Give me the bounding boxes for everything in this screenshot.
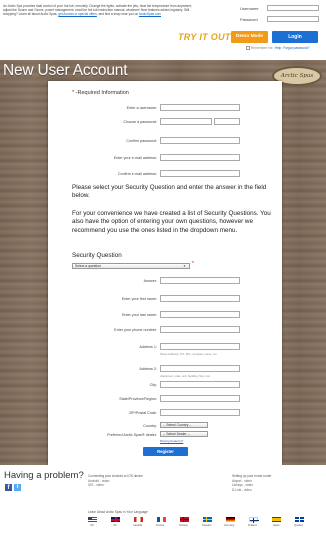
login-button[interactable]: Login	[272, 31, 318, 43]
uk-flag-icon[interactable]	[111, 517, 120, 522]
lang-quebec[interactable]: Quebec	[294, 524, 303, 527]
lang-finland[interactable]: Finland	[248, 524, 257, 527]
lang-sweden[interactable]: Sweden	[202, 524, 211, 527]
city-field[interactable]	[160, 381, 240, 388]
norway-flag-icon[interactable]	[180, 517, 189, 522]
last-name-label: Enter your last name:	[121, 313, 157, 317]
security-note-text: For your convenience we have created a l…	[72, 210, 271, 234]
security-question-heading: Security Question	[72, 252, 122, 259]
intro-text: An Arctic Spa provides total control of …	[3, 4, 193, 17]
answer-field[interactable]	[160, 277, 240, 284]
arcticspas-link[interactable]: ArcticSpas.com	[139, 12, 161, 16]
demo-mode-button[interactable]: Demo Mode	[231, 31, 268, 43]
lang-canada[interactable]: Canada	[133, 524, 142, 527]
language-title: Learn About Arctic Spas In Your Language	[88, 510, 148, 514]
dealer-label: Preferred Arctic Spas® dealer:	[107, 433, 157, 437]
required-info-note: * -Required Information	[72, 90, 129, 96]
chevron-down-icon: ▼	[183, 264, 186, 268]
router-help-column: Setting up your home router Airport - vi…	[232, 474, 322, 492]
email-field-label: Enter your e-mail address:	[113, 156, 157, 160]
problem-heading: Having a problem?	[4, 470, 84, 481]
remember-me-label: Remember me	[250, 46, 273, 50]
username-field[interactable]	[160, 104, 240, 111]
dlink-video-link[interactable]: D-Link - video	[232, 488, 322, 492]
first-name-label: Enter your first name:	[121, 297, 157, 301]
required-star-icon: *	[192, 261, 194, 267]
lang-uk[interactable]: UK	[113, 524, 117, 527]
confirm-email-field[interactable]	[160, 170, 240, 177]
security-question-select[interactable]: Select a question	[72, 263, 190, 269]
username-field-label: Enter a username:	[126, 106, 157, 110]
ios-video-link[interactable]: iOS - video	[88, 483, 198, 487]
password-field[interactable]	[160, 118, 212, 125]
lang-spain[interactable]: Spain	[273, 524, 280, 527]
france-flag-icon[interactable]	[157, 517, 166, 522]
security-intro-text: Please select your Security Question and…	[72, 184, 267, 200]
germany-flag-icon[interactable]	[226, 517, 235, 522]
address2-hint: Apartment, suite, unit, building, floor,…	[160, 374, 211, 378]
email-field[interactable]	[160, 154, 240, 161]
facebook-icon[interactable]: f	[5, 484, 12, 491]
address2-label: Address 2:	[139, 367, 157, 371]
help-link[interactable]: Help	[275, 46, 282, 50]
spain-flag-icon[interactable]	[272, 517, 281, 522]
confirm-password-field[interactable]	[160, 137, 240, 144]
top-password-input[interactable]	[267, 16, 319, 22]
address1-hint: Street Address, P.O. Box, company name, …	[160, 352, 217, 356]
remember-me-row: Remember me Help Forgot password?	[246, 46, 310, 51]
zip-label: ZIP/Postal Code:	[129, 411, 157, 415]
canada-flag-icon[interactable]	[134, 517, 143, 522]
confirm-password-label: Confirm password:	[126, 139, 157, 143]
username-label: Username	[240, 6, 259, 11]
try-it-out-text: TRY IT OUT!	[178, 32, 234, 42]
state-field[interactable]	[160, 395, 240, 402]
special-offers-link[interactable]: get Access to special offers	[58, 12, 97, 16]
country-label: Country:	[143, 424, 157, 428]
country-select[interactable]: -- Select Country --	[160, 422, 208, 428]
dealer-select[interactable]: -- Select Dealer --	[160, 431, 208, 437]
us-flag-icon[interactable]	[88, 517, 97, 522]
remember-me-checkbox[interactable]	[246, 46, 250, 51]
address1-field[interactable]	[160, 343, 240, 350]
zip-field[interactable]	[160, 409, 240, 416]
phone-label: Enter your phone number:	[114, 328, 157, 332]
password-label: Password	[240, 17, 258, 22]
router-help-title: Setting up your home router	[232, 474, 272, 478]
state-label: State/Province/Region:	[119, 397, 157, 401]
device-help-title: Connecting your Android or iOS device	[88, 474, 143, 478]
lang-norway[interactable]: Norway	[179, 524, 188, 527]
device-help-column: Connecting your Android or iOS device An…	[88, 474, 198, 488]
forgot-password-link[interactable]: Forgot password?	[283, 46, 309, 50]
password-strength	[214, 118, 240, 125]
first-name-field[interactable]	[160, 295, 240, 302]
register-button[interactable]: Register	[143, 447, 188, 456]
sweden-flag-icon[interactable]	[203, 517, 212, 522]
answer-label: Answer:	[143, 279, 157, 283]
twitter-icon[interactable]: t	[14, 484, 21, 491]
city-label: City:	[149, 383, 157, 387]
address2-field[interactable]	[160, 365, 240, 372]
missing-dealer-link[interactable]: Missing Dealer(s)?	[160, 439, 183, 443]
finland-flag-icon[interactable]	[249, 517, 259, 523]
password-field-label: Choose a password:	[123, 120, 157, 124]
last-name-field[interactable]	[160, 311, 240, 318]
top-username-input[interactable]	[267, 5, 319, 11]
quebec-flag-icon[interactable]	[295, 517, 304, 522]
language-labels: US UK Canada France Norway Sweden German…	[88, 524, 318, 530]
phone-field[interactable]	[160, 326, 240, 333]
lang-france[interactable]: France	[156, 524, 164, 527]
lang-germany[interactable]: Germany	[224, 524, 235, 527]
lang-us[interactable]: US	[90, 524, 94, 527]
page-title: New User Account	[3, 62, 128, 79]
confirm-email-label: Confirm e-mail address:	[117, 172, 157, 176]
address1-label: Address 1:	[139, 345, 157, 349]
